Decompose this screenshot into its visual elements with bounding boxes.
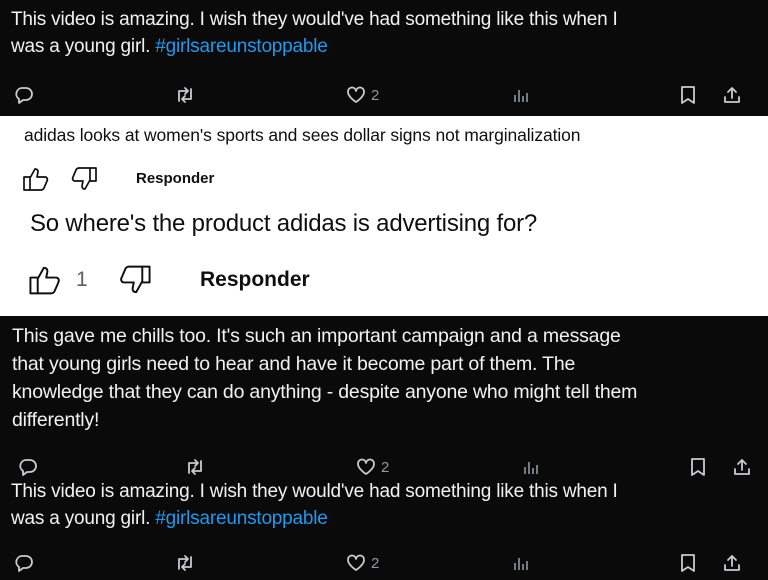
comment-text: So where's the product adidas is adverti… bbox=[30, 210, 538, 237]
tweet-text-line: was a young girl. #girlsareunstoppable bbox=[11, 33, 618, 60]
like-button[interactable] bbox=[22, 166, 50, 192]
tweet-text: This video is amazing. I wish they would… bbox=[11, 6, 618, 60]
heart-icon bbox=[347, 86, 365, 103]
retweet-button[interactable] bbox=[174, 550, 196, 576]
tweet-text-fragment: was a young girl. bbox=[11, 36, 156, 57]
tweet-actions: 2 bbox=[0, 454, 768, 480]
bookmark-button[interactable] bbox=[680, 82, 696, 108]
tweet-text-line: This video is amazing. I wish they would… bbox=[11, 481, 618, 502]
tweet-text-line: This gave me chills too. It's such an im… bbox=[12, 325, 621, 347]
retweet-icon bbox=[188, 459, 202, 475]
retweet-button[interactable] bbox=[174, 82, 196, 108]
tweet-text-line: knowledge that they can do anything - de… bbox=[12, 381, 638, 403]
like-button[interactable]: 2 bbox=[356, 454, 389, 480]
reply-button[interactable] bbox=[14, 82, 34, 108]
views-button[interactable] bbox=[512, 550, 530, 576]
views-button[interactable] bbox=[522, 454, 540, 480]
retweet-icon bbox=[178, 555, 192, 571]
hashtag-link[interactable]: #girlsareunstoppable bbox=[155, 508, 328, 529]
like-button[interactable] bbox=[28, 264, 62, 296]
tweet-text-fragment: was a young girl. bbox=[11, 508, 156, 529]
hashtag-link[interactable]: #girlsareunstoppable bbox=[155, 36, 328, 57]
tweet-actions: 2 bbox=[0, 550, 768, 576]
share-icon bbox=[724, 87, 740, 103]
comment-text: adidas looks at women's sports and sees … bbox=[24, 125, 581, 145]
views-icon bbox=[514, 90, 528, 102]
bookmark-button[interactable] bbox=[690, 454, 706, 480]
tweet-text: This gave me chills too. It's such an im… bbox=[12, 322, 757, 434]
thumbs-down-icon bbox=[71, 167, 97, 190]
tweet-text-line: differently! bbox=[12, 409, 100, 431]
reply-button[interactable] bbox=[18, 454, 38, 480]
youtube-comment-2: So where's the product adidas is adverti… bbox=[0, 202, 768, 316]
views-icon bbox=[524, 462, 538, 474]
reply-button[interactable] bbox=[14, 550, 34, 576]
thumbs-up-icon bbox=[29, 266, 60, 295]
tweet-text-line: that young girls need to hear and have i… bbox=[12, 353, 576, 375]
share-button[interactable] bbox=[722, 82, 742, 108]
share-icon bbox=[734, 459, 750, 475]
tweet-card-3: This video is amazing. I wish they would… bbox=[0, 478, 768, 580]
bookmark-icon bbox=[681, 554, 695, 572]
reply-button[interactable]: Responder bbox=[200, 268, 310, 292]
like-button[interactable]: 2 bbox=[346, 550, 379, 576]
youtube-comment-1: adidas looks at women's sports and sees … bbox=[0, 116, 768, 202]
reply-icon bbox=[15, 87, 33, 104]
reply-icon bbox=[19, 459, 37, 476]
thumbs-up-icon bbox=[23, 168, 49, 191]
like-count: 2 bbox=[371, 86, 380, 104]
tweet-text-line: was a young girl. #girlsareunstoppable bbox=[11, 505, 618, 532]
share-button[interactable] bbox=[732, 454, 752, 480]
dislike-button[interactable] bbox=[70, 166, 98, 192]
share-icon bbox=[724, 555, 740, 571]
bookmark-button[interactable] bbox=[680, 550, 696, 576]
retweet-icon bbox=[178, 87, 192, 103]
like-count: 2 bbox=[381, 458, 390, 476]
views-button[interactable] bbox=[512, 82, 530, 108]
views-icon bbox=[514, 558, 528, 570]
heart-icon bbox=[357, 458, 375, 475]
bookmark-icon bbox=[681, 86, 695, 104]
dislike-button[interactable] bbox=[118, 264, 152, 296]
heart-icon bbox=[347, 554, 365, 571]
reply-button[interactable]: Responder bbox=[136, 170, 214, 187]
like-count: 2 bbox=[371, 554, 380, 572]
tweet-actions: 2 bbox=[0, 82, 768, 108]
tweet-card-2: This gave me chills too. It's such an im… bbox=[0, 316, 768, 478]
bookmark-icon bbox=[691, 458, 705, 476]
share-button[interactable] bbox=[722, 550, 742, 576]
retweet-button[interactable] bbox=[184, 454, 206, 480]
thumbs-down-icon bbox=[120, 265, 151, 294]
tweet-text-line: This video is amazing. I wish they would… bbox=[11, 9, 618, 30]
tweet-text: This video is amazing. I wish they would… bbox=[11, 478, 618, 532]
tweet-card-1: This video is amazing. I wish they would… bbox=[0, 0, 768, 116]
like-count: 1 bbox=[76, 268, 88, 291]
like-button[interactable]: 2 bbox=[346, 82, 379, 108]
reply-icon bbox=[15, 555, 33, 572]
